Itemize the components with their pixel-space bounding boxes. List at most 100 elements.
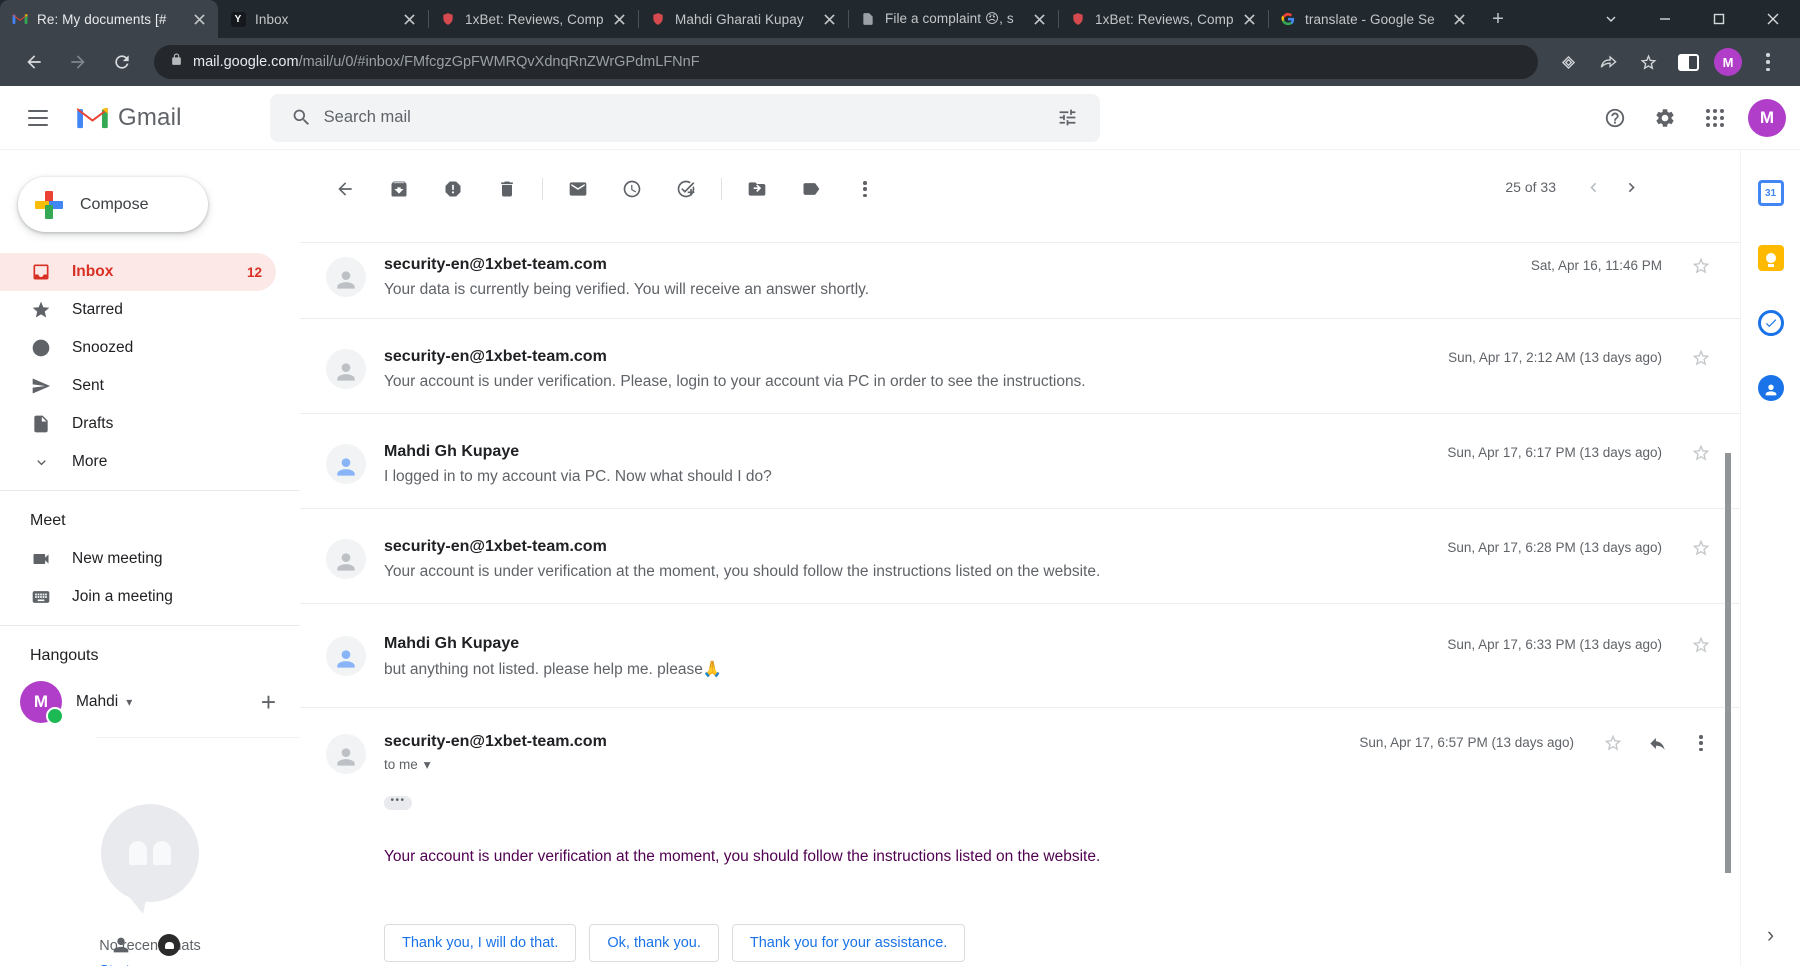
hangouts-user-row[interactable]: M Mahdi ▾ + — [0, 675, 300, 729]
tab-close-icon[interactable] — [190, 10, 208, 28]
smart-reply-chip[interactable]: Thank you, I will do that. — [384, 924, 576, 962]
message-row[interactable]: security-en@1xbet-team.com Your account … — [300, 508, 1740, 603]
star-toggle-icon[interactable] — [1684, 249, 1718, 283]
sidebar-item-join-meeting[interactable]: Join a meeting — [0, 578, 276, 616]
settings-gear-icon[interactable] — [1643, 96, 1687, 140]
url-bar[interactable]: mail.google.com/mail/u/0/#inbox/FMfcgzGp… — [154, 45, 1538, 79]
search-input[interactable] — [324, 108, 1046, 127]
tab-file-complaint[interactable]: File a complaint 😠, s — [848, 0, 1058, 38]
extension-icon[interactable] — [1552, 46, 1584, 78]
message-list: security-en@1xbet-team.com Your data is … — [300, 242, 1740, 962]
new-tab-button[interactable]: + — [1484, 5, 1512, 33]
older-conversation-icon[interactable] — [1612, 168, 1650, 206]
message-row[interactable]: Mahdi Gh Kupaye but anything not listed.… — [300, 603, 1740, 707]
archive-icon[interactable] — [378, 168, 420, 210]
star-toggle-icon[interactable] — [1684, 341, 1718, 375]
sidebar-item-snoozed[interactable]: Snoozed — [0, 329, 276, 367]
hide-side-panel-icon[interactable]: › — [1767, 922, 1774, 948]
conversation-pane: 25 of 33 security-en@1xbet-team.com — [300, 150, 1740, 966]
tab-inbox[interactable]: Y Inbox — [218, 0, 428, 38]
tab-gmail[interactable]: Re: My documents [# — [0, 0, 218, 38]
refresh-button[interactable] — [105, 45, 139, 79]
scrollbar-thumb[interactable] — [1725, 453, 1731, 873]
close-window-button[interactable] — [1746, 0, 1800, 38]
message-row[interactable]: security-en@1xbet-team.com Your data is … — [300, 242, 1740, 318]
tab-close-icon[interactable] — [1030, 10, 1048, 28]
hangouts-watermark-icon — [101, 804, 199, 902]
sidebar-item-new-meeting[interactable]: New meeting — [0, 540, 276, 578]
newer-conversation-icon[interactable] — [1574, 168, 1612, 206]
search-options-icon[interactable] — [1046, 96, 1090, 140]
tab-title: Mahdi Gharati Kupay — [675, 12, 820, 27]
forward-button[interactable] — [61, 45, 95, 79]
gmail-logo[interactable]: Gmail — [76, 104, 182, 132]
tab-title: 1xBet: Reviews, Comp — [1095, 12, 1240, 27]
sidebar-item-more[interactable]: More — [0, 443, 276, 481]
contacts-icon[interactable] — [1753, 370, 1789, 406]
gmail-favicon-icon — [12, 11, 28, 27]
search-icon[interactable] — [280, 96, 324, 140]
google-apps-icon[interactable] — [1693, 96, 1737, 140]
hangouts-avatar[interactable]: M — [20, 681, 62, 723]
compose-button[interactable]: Compose — [18, 177, 208, 232]
smart-reply-chip[interactable]: Ok, thank you. — [589, 924, 719, 962]
message-more-icon[interactable] — [1684, 726, 1718, 760]
reply-icon[interactable] — [1640, 726, 1674, 760]
back-to-inbox-icon[interactable] — [324, 168, 366, 210]
maximize-button[interactable] — [1692, 0, 1746, 38]
side-panel-icon[interactable] — [1672, 46, 1704, 78]
tab-close-icon[interactable] — [1240, 10, 1258, 28]
recipient-line[interactable]: to me ▾ — [384, 757, 607, 773]
account-avatar[interactable]: M — [1748, 99, 1786, 137]
tab-search-icon[interactable] — [1584, 0, 1638, 38]
star-toggle-icon[interactable] — [1684, 531, 1718, 565]
sidebar-item-drafts[interactable]: Drafts — [0, 405, 276, 443]
contacts-person-icon[interactable] — [110, 934, 132, 961]
calendar-icon[interactable]: 31 — [1753, 175, 1789, 211]
show-trimmed-content-button[interactable]: ••• — [384, 796, 412, 810]
minimize-button[interactable] — [1638, 0, 1692, 38]
tab-1xbet-reviews[interactable]: 1xBet: Reviews, Comp — [428, 0, 638, 38]
tab-translate[interactable]: translate - Google Se — [1268, 0, 1478, 38]
snooze-icon[interactable] — [611, 168, 653, 210]
send-icon — [30, 375, 52, 397]
sidebar-item-sent[interactable]: Sent — [0, 367, 276, 405]
report-spam-icon[interactable] — [432, 168, 474, 210]
message-row[interactable]: Mahdi Gh Kupaye I logged in to my accoun… — [300, 413, 1740, 508]
more-options-icon[interactable] — [844, 168, 886, 210]
smart-reply-chip[interactable]: Thank you for your assistance. — [732, 924, 965, 962]
browser-menu-icon[interactable] — [1752, 46, 1784, 78]
help-icon[interactable] — [1593, 96, 1637, 140]
tab-close-icon[interactable] — [610, 10, 628, 28]
star-toggle-icon[interactable] — [1596, 726, 1630, 760]
main-menu-icon[interactable] — [14, 94, 62, 142]
hangouts-caret-icon[interactable]: ▾ — [126, 695, 132, 709]
star-toggle-icon[interactable] — [1684, 436, 1718, 470]
clock-icon — [30, 337, 52, 359]
tab-mahdi-gharati[interactable]: Mahdi Gharati Kupay — [638, 0, 848, 38]
share-icon[interactable] — [1592, 46, 1624, 78]
label-icon[interactable] — [790, 168, 832, 210]
tab-close-icon[interactable] — [820, 10, 838, 28]
message-row[interactable]: security-en@1xbet-team.com Your account … — [300, 318, 1740, 413]
browser-profile-avatar[interactable]: M — [1714, 48, 1742, 76]
add-to-tasks-icon[interactable] — [665, 168, 707, 210]
tab-close-icon[interactable] — [1450, 10, 1468, 28]
tasks-icon[interactable] — [1753, 305, 1789, 341]
sidebar-item-inbox[interactable]: Inbox 12 — [0, 253, 276, 291]
gmail-logo-icon — [76, 105, 109, 131]
mark-unread-icon[interactable] — [557, 168, 599, 210]
new-chat-plus-button[interactable]: + — [253, 687, 284, 718]
star-toggle-icon[interactable] — [1684, 628, 1718, 662]
tab-1xbet-reviews-2[interactable]: 1xBet: Reviews, Comp — [1058, 0, 1268, 38]
recipient-caret-icon[interactable]: ▾ — [424, 757, 431, 773]
keep-icon[interactable] — [1753, 240, 1789, 276]
back-button[interactable] — [17, 45, 51, 79]
sidebar-item-starred[interactable]: Starred — [0, 291, 276, 329]
hangouts-toggle-icon[interactable] — [158, 934, 180, 956]
delete-icon[interactable] — [486, 168, 528, 210]
tab-close-icon[interactable] — [400, 10, 418, 28]
move-to-folder-icon[interactable] — [736, 168, 778, 210]
bookmark-star-icon[interactable] — [1632, 46, 1664, 78]
toolbar-right: M — [1548, 46, 1788, 78]
